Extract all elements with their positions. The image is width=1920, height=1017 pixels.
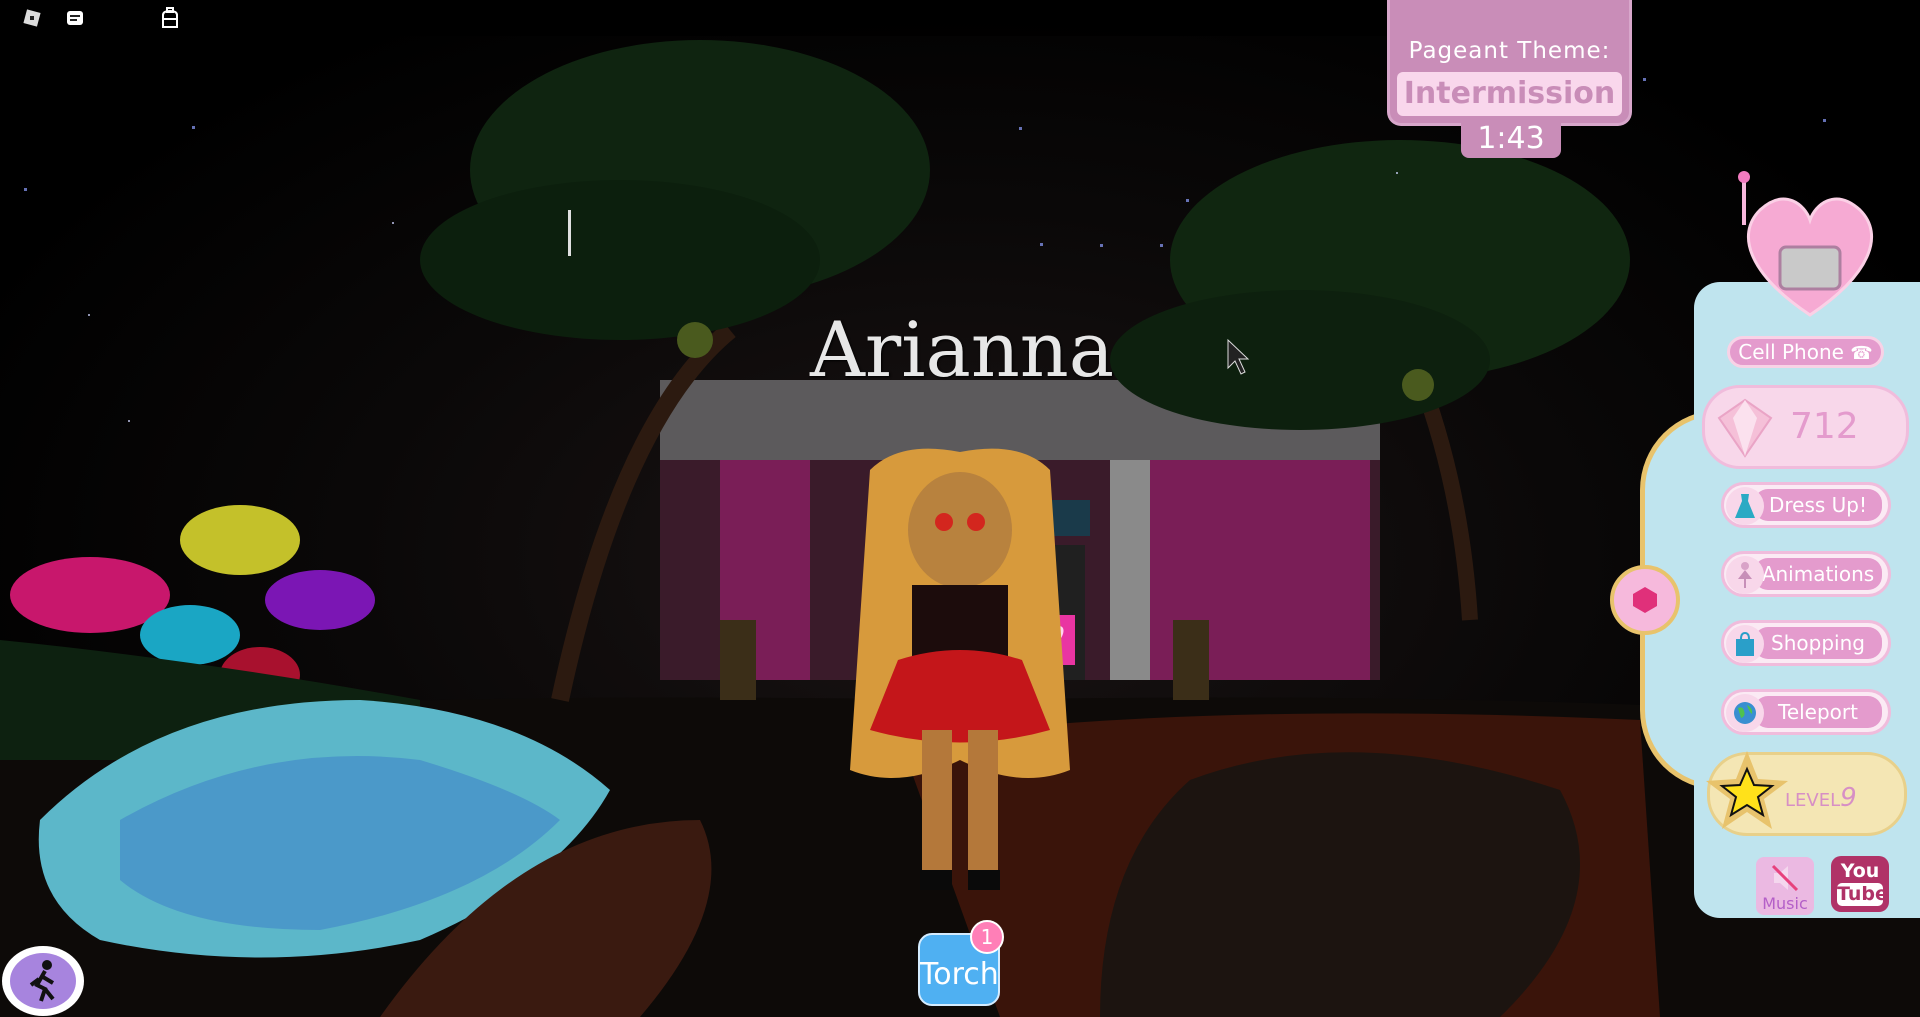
- gem-counter: 712: [1702, 385, 1909, 469]
- backpack-icon[interactable]: [158, 6, 182, 30]
- shopping-button[interactable]: Shopping: [1721, 620, 1891, 666]
- music-muted-icon: [1771, 864, 1799, 892]
- youtube-button[interactable]: You Tube: [1831, 856, 1889, 912]
- phone-icon: ☎: [1850, 343, 1873, 364]
- sprint-button[interactable]: [2, 946, 84, 1016]
- side-panel-toggle-heart[interactable]: [1610, 565, 1680, 635]
- globe-icon: [1726, 694, 1764, 732]
- shopping-label: Shopping: [1754, 627, 1882, 659]
- hexagon-gem-icon: [1633, 587, 1657, 613]
- pageant-theme-value: Intermission: [1397, 72, 1622, 116]
- animations-label: Animations: [1754, 558, 1882, 590]
- level-number: 9: [1840, 783, 1857, 813]
- top-bar: [0, 0, 1920, 36]
- cell-phone-label: Cell Phone: [1738, 340, 1844, 364]
- youtube-label-top: You: [1840, 860, 1880, 882]
- gem-count: 712: [1790, 406, 1859, 447]
- scene-art: [0, 40, 1920, 1017]
- level-label-text: LEVEL: [1785, 790, 1841, 811]
- dress-icon: [1726, 487, 1764, 525]
- dress-up-label: Dress Up!: [1754, 489, 1882, 521]
- youtube-label-bottom: Tube: [1837, 883, 1888, 906]
- heart-phone-icon[interactable]: [1730, 165, 1890, 325]
- star-icon: [1706, 751, 1788, 829]
- teleport-label: Teleport: [1754, 696, 1882, 728]
- dress-up-button[interactable]: Dress Up!: [1721, 482, 1891, 528]
- music-toggle-button[interactable]: Music: [1756, 857, 1814, 915]
- torch-slot-number-badge: 1: [970, 920, 1004, 954]
- animations-button[interactable]: Animations: [1721, 551, 1891, 597]
- player-name-tag: Arianna: [810, 305, 1115, 394]
- running-person-icon: [10, 953, 76, 1009]
- level-label: LEVEL9: [1785, 783, 1857, 813]
- level-display: LEVEL9: [1706, 751, 1907, 836]
- ballerina-icon: [1726, 556, 1764, 594]
- game-scene[interactable]: [0, 0, 1920, 1017]
- roblox-logo-icon[interactable]: [20, 6, 44, 30]
- chat-icon[interactable]: [63, 6, 87, 30]
- music-label: Music: [1762, 894, 1808, 913]
- pageant-theme-panel: Pageant Theme: Intermission: [1387, 0, 1632, 126]
- shopping-bag-icon: [1726, 625, 1764, 663]
- pageant-timer: 1:43: [1461, 120, 1561, 158]
- cell-phone-button[interactable]: Cell Phone ☎: [1727, 336, 1884, 368]
- diamond-icon: [1717, 398, 1773, 458]
- pageant-label: Pageant Theme:: [1408, 38, 1611, 64]
- teleport-button[interactable]: Teleport: [1721, 689, 1891, 735]
